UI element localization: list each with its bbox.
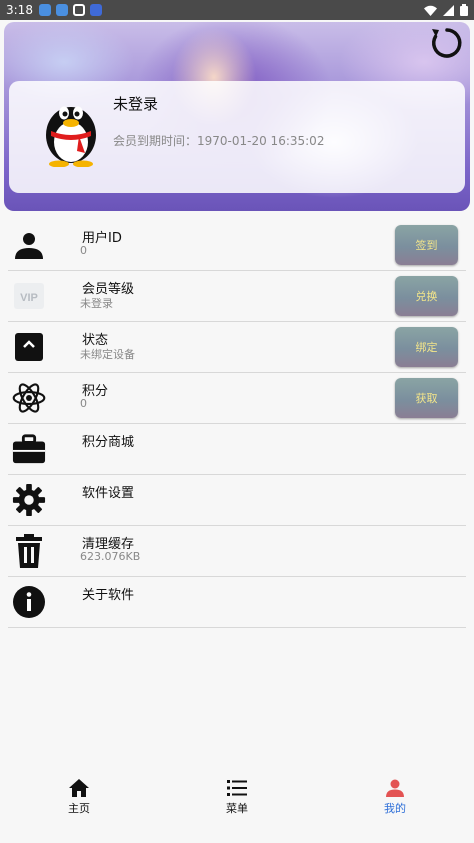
app-icon <box>89 4 102 16</box>
menu-list-icon <box>227 780 247 796</box>
menu-item-points-mall[interactable]: 积分商城 <box>8 424 466 475</box>
status-bar: 3:18 <box>0 0 474 20</box>
profile-icon <box>386 779 404 797</box>
svg-text:VIP: VIP <box>20 292 38 304</box>
bind-device-button[interactable]: 绑定 <box>395 327 458 367</box>
membership-expire-label: 会员到期时间：1970-01-20 16:35:02 <box>113 134 325 148</box>
menu-item-title: 软件设置 <box>82 486 135 501</box>
status-time: 3:18 <box>6 3 33 17</box>
profile-banner: 未登录 会员到期时间：1970-01-20 16:35:02 <box>4 22 470 211</box>
profile-menu-list: 用户ID 0 签到 VIP 会员等级 未登录 兑换 状态 未绑定设备 绑定 积分… <box>8 220 466 628</box>
sign-in-button[interactable]: 签到 <box>395 225 458 265</box>
download-icon <box>38 4 51 16</box>
menu-item-vip-level[interactable]: VIP 会员等级 未登录 兑换 <box>8 271 466 322</box>
tab-label: 菜单 <box>226 802 248 815</box>
home-icon <box>69 779 89 797</box>
menu-item-subtitle: 0 <box>80 397 87 410</box>
trash-icon <box>12 534 46 568</box>
bottom-navigation: 主页 菜单 我的 <box>0 768 474 843</box>
tab-home[interactable]: 主页 <box>0 768 158 843</box>
status-icon <box>12 330 46 364</box>
user-icon <box>12 228 46 262</box>
tab-mine[interactable]: 我的 <box>316 768 474 843</box>
menu-item-settings[interactable]: 软件设置 <box>8 475 466 526</box>
battery-icon <box>460 4 468 16</box>
download-icon <box>55 4 68 16</box>
menu-item-title: 积分商城 <box>82 435 135 450</box>
profile-card[interactable]: 未登录 会员到期时间：1970-01-20 16:35:02 <box>9 81 465 193</box>
info-icon <box>12 585 46 619</box>
vip-icon: VIP <box>12 279 46 313</box>
menu-item-status[interactable]: 状态 未绑定设备 绑定 <box>8 322 466 373</box>
menu-item-title: 关于软件 <box>82 588 135 603</box>
wifi-icon <box>424 5 437 16</box>
menu-item-points[interactable]: 积分 0 获取 <box>8 373 466 424</box>
menu-item-subtitle: 未登录 <box>80 297 113 310</box>
menu-item-subtitle: 0 <box>80 244 87 257</box>
tab-label: 我的 <box>384 802 406 815</box>
menu-item-user-id[interactable]: 用户ID 0 签到 <box>8 220 466 271</box>
tab-label: 主页 <box>68 802 90 815</box>
screenshot-icon <box>72 4 85 16</box>
redeem-button[interactable]: 兑换 <box>395 276 458 316</box>
shop-icon <box>12 432 46 466</box>
menu-item-clear-cache[interactable]: 清理缓存 623.076KB <box>8 526 466 577</box>
menu-item-subtitle: 未绑定设备 <box>80 348 135 361</box>
refresh-icon[interactable] <box>428 24 466 62</box>
atom-icon <box>12 381 46 415</box>
menu-item-about[interactable]: 关于软件 <box>8 577 466 628</box>
signal-icon <box>443 4 454 16</box>
cache-size-label: 623.076KB <box>80 550 141 563</box>
menu-item-title: 用户ID <box>82 231 122 246</box>
settings-icon <box>12 483 46 517</box>
get-points-button[interactable]: 获取 <box>395 378 458 418</box>
tab-menu[interactable]: 菜单 <box>158 768 316 843</box>
username-label: 未登录 <box>113 95 159 113</box>
avatar <box>46 106 96 167</box>
